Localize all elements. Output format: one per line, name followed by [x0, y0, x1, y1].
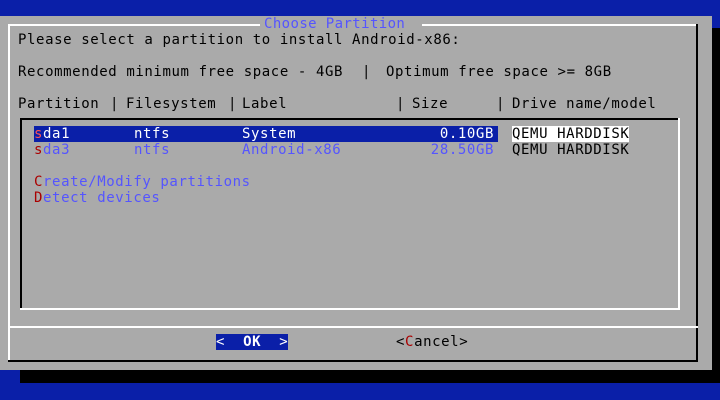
- column-separator: |: [496, 96, 505, 112]
- partition-size: 28.50GB: [430, 142, 494, 158]
- hotkey-letter: C: [34, 174, 44, 190]
- listbox-border-left: [20, 118, 22, 310]
- column-separator: |: [228, 96, 237, 112]
- frame-left: [8, 24, 10, 362]
- hotkey-letter: C: [405, 334, 415, 350]
- ok-button[interactable]: < OK >: [216, 334, 288, 350]
- column-header-filesystem: Filesystem: [126, 96, 217, 112]
- button-divider: [8, 326, 698, 328]
- partition-label: Android-x86: [242, 142, 342, 158]
- column-header-size: Size: [412, 96, 449, 112]
- install-prompt: Please select a partition to install And…: [18, 32, 461, 48]
- partition-filesystem: ntfs: [134, 142, 171, 158]
- listbox-border-right: [678, 118, 680, 310]
- drive-name: QEMU HARDDISK: [512, 126, 630, 142]
- action-label: reate/Modify partitions: [43, 174, 251, 190]
- partition-listbox[interactable]: sda1 ntfs System 0.10GB QEMU HARDDISK sd…: [20, 118, 680, 310]
- partition-name-rest: da3: [43, 142, 71, 158]
- dialog-title: Choose Partition: [264, 16, 406, 32]
- listbox-border-bottom: [20, 308, 680, 310]
- bracket-right: >: [459, 334, 469, 350]
- frame-bottom: [8, 360, 698, 362]
- column-header-drive: Drive name/model: [512, 96, 657, 112]
- action-label: etect devices: [43, 190, 161, 206]
- recommended-space: Recommended minimum free space - 4GB: [18, 64, 344, 80]
- partition-row-sda3[interactable]: sda3 ntfs Android-x86 28.50GB: [34, 142, 498, 158]
- column-header-partition: Partition: [18, 96, 100, 112]
- choose-partition-dialog: Choose Partition Please select a partiti…: [0, 16, 712, 370]
- frame-top-left: [8, 24, 260, 26]
- partition-row-sda1[interactable]: sda1 ntfs System 0.10GB: [34, 126, 498, 142]
- listbox-border-top: [20, 118, 678, 120]
- ok-label: OK: [243, 334, 262, 350]
- partition-label: System: [242, 126, 297, 142]
- frame-top-right: [422, 24, 698, 26]
- create-modify-partitions-item[interactable]: Create/Modify partitions: [34, 174, 251, 190]
- space-separator: |: [362, 64, 371, 80]
- detect-devices-item[interactable]: Detect devices: [34, 190, 160, 206]
- hotkey-letter: D: [34, 190, 44, 206]
- column-header-label: Label: [242, 96, 288, 112]
- column-separator: |: [110, 96, 119, 112]
- partition-filesystem: ntfs: [134, 126, 171, 142]
- cancel-button[interactable]: <Cancel>: [396, 334, 468, 350]
- hotkey-letter: s: [34, 126, 44, 142]
- optimum-space: Optimum free space >= 8GB: [386, 64, 612, 80]
- bracket-right: >: [279, 334, 289, 350]
- cancel-label-rest: ancel: [414, 334, 460, 350]
- partition-name-rest: da1: [43, 126, 71, 142]
- partition-name: sda1: [34, 126, 70, 142]
- partition-name: sda3: [34, 142, 70, 158]
- bracket-left: <: [396, 334, 406, 350]
- bracket-left: <: [216, 334, 226, 350]
- partition-size: 0.10GB: [439, 126, 494, 142]
- hotkey-letter: s: [34, 142, 44, 158]
- column-separator: |: [396, 96, 405, 112]
- drive-name: QEMU HARDDISK: [512, 142, 630, 158]
- frame-right: [696, 24, 698, 362]
